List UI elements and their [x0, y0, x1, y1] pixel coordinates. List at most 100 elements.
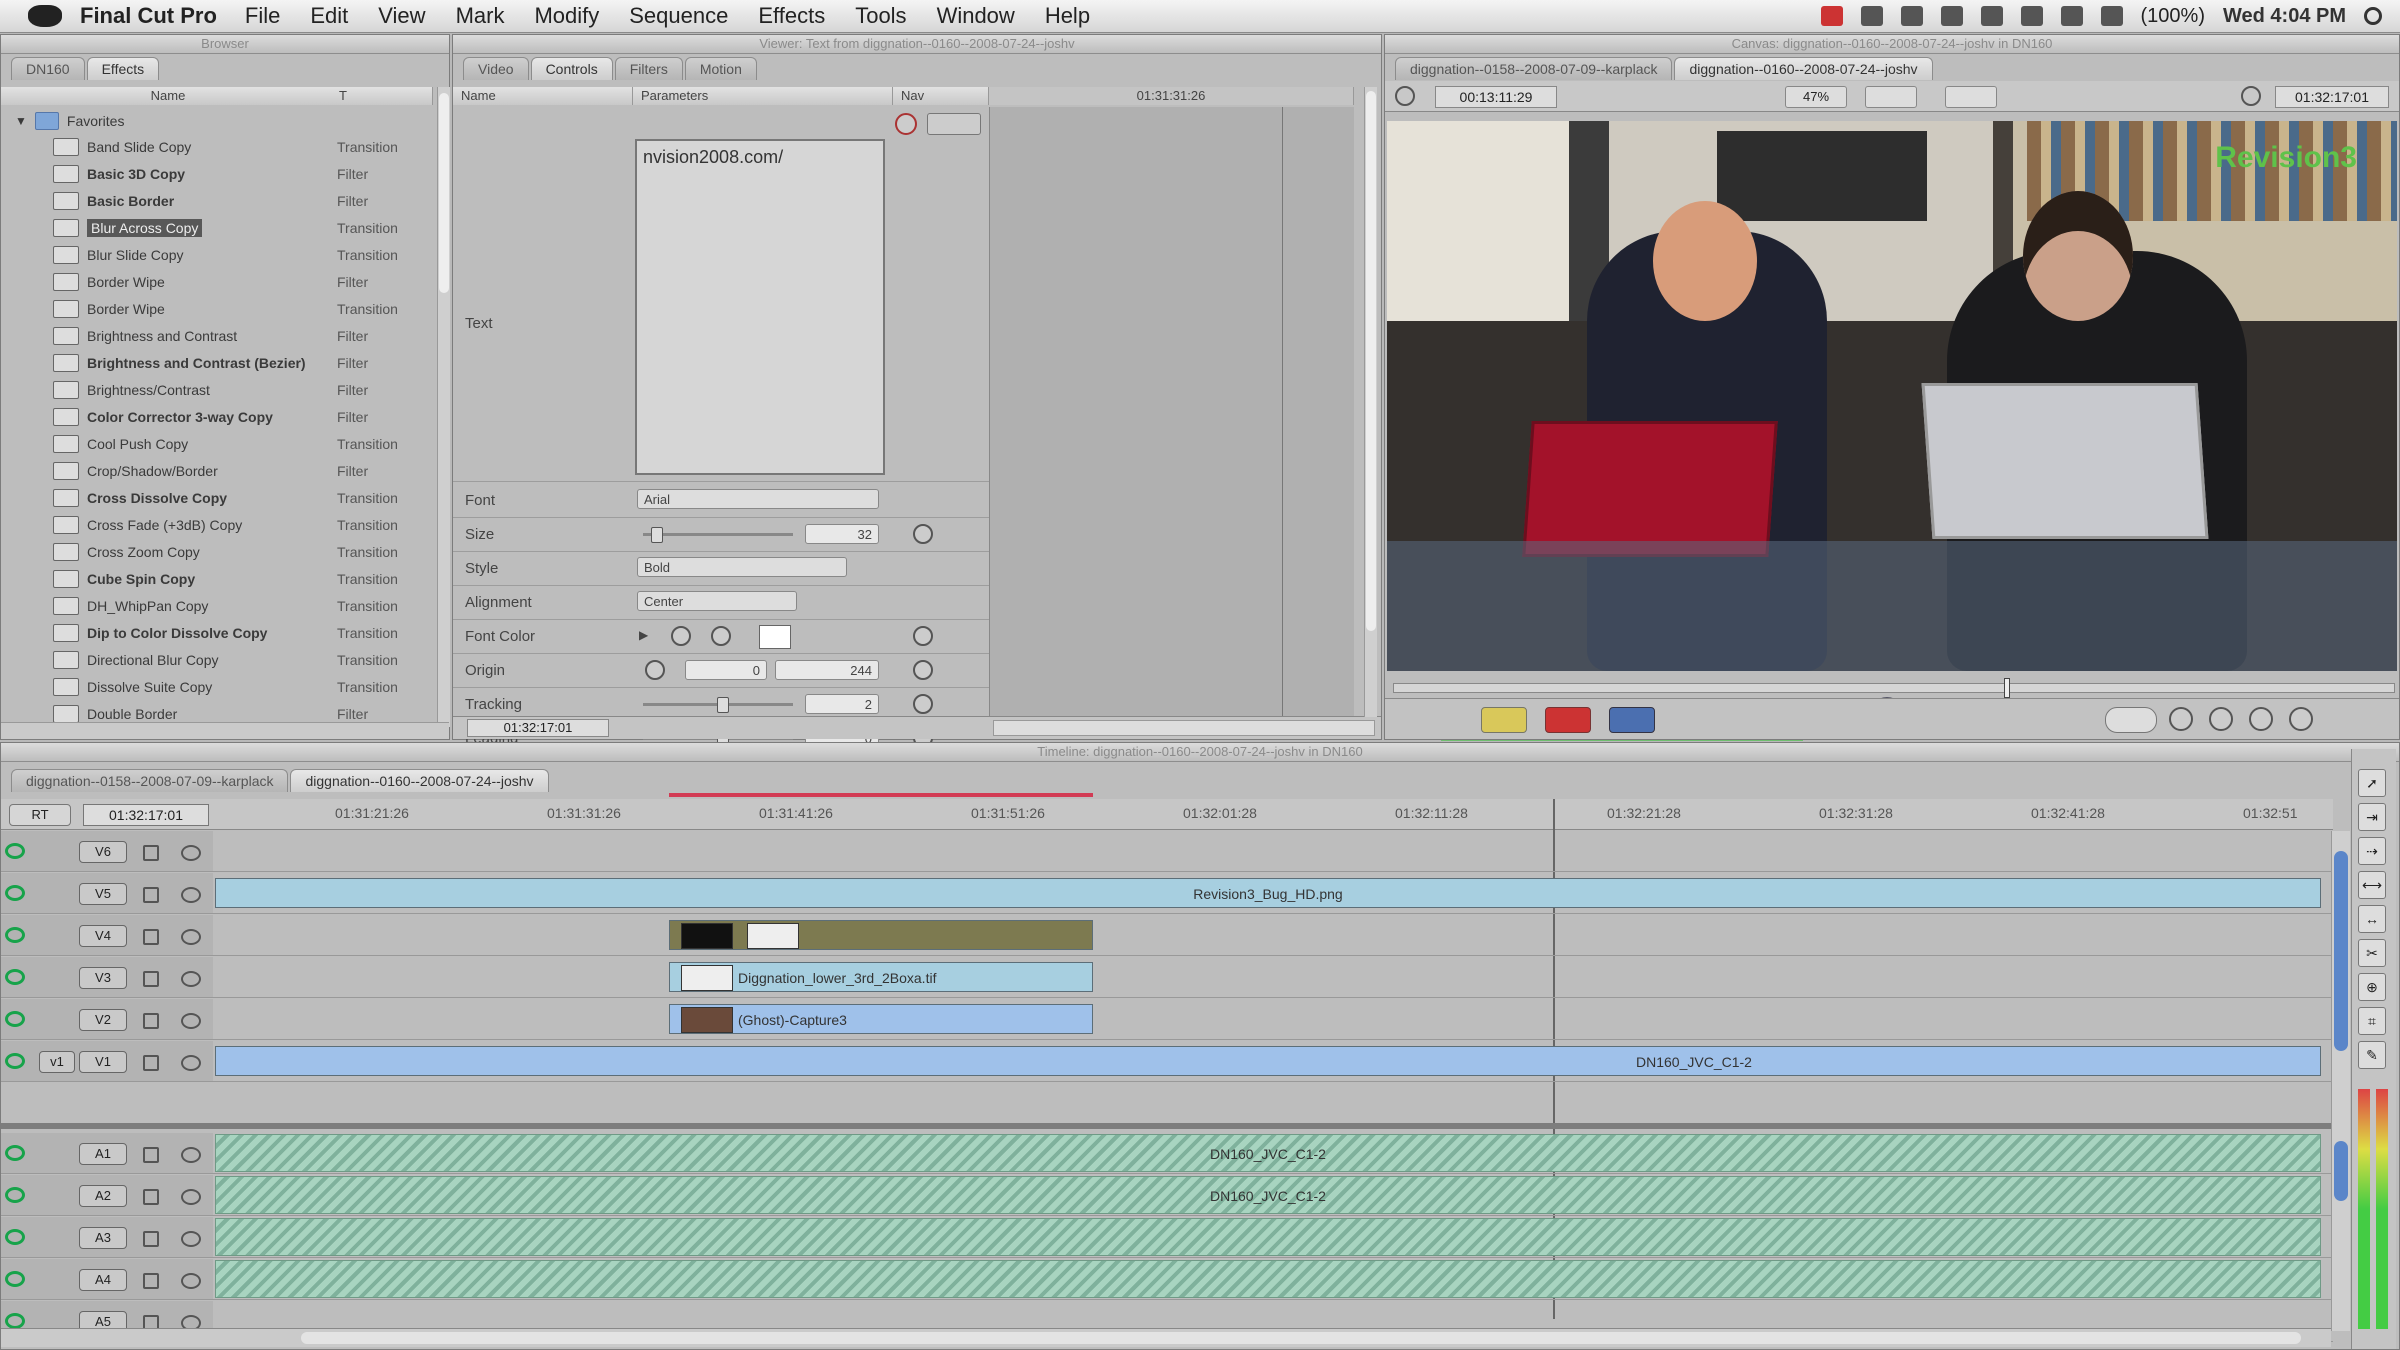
point-select-icon[interactable]	[645, 660, 665, 680]
video-track[interactable]: V6	[1, 831, 2333, 872]
effect-item[interactable]: Cross Dissolve Copy Transition	[1, 484, 433, 511]
menu-effects[interactable]: Effects	[758, 3, 825, 29]
track-label[interactable]: V5	[79, 883, 127, 905]
tab-sequence-0160[interactable]: diggnation--0160--2008-07-24--joshv	[1674, 57, 1933, 80]
viewer-scrollbar[interactable]	[1364, 87, 1377, 717]
param-value-field[interactable]: 2	[805, 694, 879, 714]
menu-modify[interactable]: Modify	[534, 3, 599, 29]
effect-item[interactable]: Cool Push Copy Transition	[1, 430, 433, 457]
tab-filters[interactable]: Filters	[614, 57, 683, 80]
battery-icon[interactable]	[2100, 6, 2123, 26]
replace-edit-button[interactable]	[1609, 707, 1655, 733]
overwrite-edit-button[interactable]	[1545, 707, 1591, 733]
effect-item[interactable]: Crop/Shadow/Border Filter	[1, 457, 433, 484]
keyframe-button-icon[interactable]	[913, 626, 933, 646]
folder-favorites[interactable]: ▼ Favorites	[1, 107, 433, 134]
tab-effects[interactable]: Effects	[86, 57, 160, 80]
add-keyframe-button[interactable]	[2209, 707, 2233, 731]
selection-tool-icon[interactable]: ➚	[2358, 769, 2386, 797]
clip-bug[interactable]: Revision3_Bug_HD.png	[215, 878, 2321, 908]
scroll-thumb[interactable]	[2334, 851, 2348, 1051]
effect-item[interactable]: Color Corrector 3-way Copy Filter	[1, 403, 433, 430]
effect-item[interactable]: Cross Zoom Copy Transition	[1, 538, 433, 565]
auto-select-icon[interactable]	[181, 845, 201, 861]
track-label[interactable]: A2	[79, 1185, 127, 1207]
audio-clip[interactable]: DN160_JVC_C1-2	[215, 1134, 2321, 1172]
track-audible-icon[interactable]	[5, 1313, 25, 1329]
auto-select-icon[interactable]	[181, 929, 201, 945]
audio-clip[interactable]: DN160_JVC_C1-2	[215, 1176, 2321, 1214]
track-label[interactable]: A4	[79, 1269, 127, 1291]
effect-item[interactable]: Cross Fade (+3dB) Copy Transition	[1, 511, 433, 538]
playhead[interactable]	[2004, 678, 2010, 698]
menu-view[interactable]: View	[378, 3, 425, 29]
disclosure-triangle-icon[interactable]: ▶	[639, 628, 648, 642]
lock-icon[interactable]	[143, 1055, 159, 1071]
effect-item[interactable]: Basic Border Filter	[1, 187, 433, 214]
timeline-timecode[interactable]: 01:32:17:01	[83, 804, 209, 826]
view-popup[interactable]	[1865, 86, 1917, 108]
track-visibility-icon[interactable]	[5, 969, 25, 985]
effect-item[interactable]: Brightness and Contrast Filter	[1, 322, 433, 349]
razor-tool-icon[interactable]: ✂	[2358, 939, 2386, 967]
track-audible-icon[interactable]	[5, 1229, 25, 1245]
video-frame[interactable]: Revision3	[1387, 121, 2397, 671]
time-machine-icon[interactable]	[1980, 6, 2003, 26]
scroll-thumb[interactable]	[2334, 1141, 2348, 1201]
keyframe-button-icon[interactable]	[913, 660, 933, 680]
param-popup[interactable]: Center	[637, 591, 797, 611]
duration-field[interactable]: 00:13:11:29	[1435, 86, 1557, 108]
text-entry-field[interactable]: nvision2008.com/	[635, 139, 885, 475]
overlay-popup[interactable]	[1945, 86, 1997, 108]
track-label[interactable]: V1	[79, 1051, 127, 1073]
menu-mark[interactable]: Mark	[456, 3, 505, 29]
video-track[interactable]: V4	[1, 915, 2333, 956]
audio-clip[interactable]	[215, 1260, 2321, 1298]
eyedropper-icon[interactable]	[671, 626, 691, 646]
menubar-clock[interactable]: Wed 4:04 PM	[2223, 5, 2346, 28]
mark-in-out-button[interactable]	[2105, 707, 2157, 733]
video-track[interactable]: V2	[1, 999, 2333, 1040]
keyframe-ruler[interactable]: 01:31:31:26	[989, 87, 1354, 105]
pen-tool-icon[interactable]: ✎	[2358, 1041, 2386, 1069]
zoom-tool-icon[interactable]: ⊕	[2358, 973, 2386, 1001]
auto-select-icon[interactable]	[181, 1147, 201, 1163]
track-visibility-icon[interactable]	[5, 843, 25, 859]
menu-tools[interactable]: Tools	[855, 3, 906, 29]
tab-motion[interactable]: Motion	[684, 57, 757, 80]
source-patch[interactable]: v1	[39, 1051, 75, 1073]
nav-menu-button[interactable]	[927, 113, 981, 135]
reset-button[interactable]	[895, 113, 917, 135]
insert-edit-button[interactable]	[1481, 707, 1527, 733]
viewer-timecode[interactable]: 01:32:17:01	[467, 719, 609, 737]
video-audio-divider[interactable]	[1, 1123, 2333, 1129]
param-popup[interactable]: Bold	[637, 557, 847, 577]
origin-y-field[interactable]: 244	[775, 660, 879, 680]
audio-clip[interactable]	[215, 1218, 2321, 1256]
lock-icon[interactable]	[143, 1231, 159, 1247]
lock-icon[interactable]	[143, 1013, 159, 1029]
browser-hscrollbar[interactable]	[1, 722, 449, 739]
effect-item[interactable]: Directional Blur Copy Transition	[1, 646, 433, 673]
keyframe-button-icon[interactable]	[913, 524, 933, 544]
edit-selection-tool-icon[interactable]: ⇥	[2358, 803, 2386, 831]
slider-knob[interactable]	[651, 527, 663, 543]
effect-item[interactable]: Dip to Color Dissolve Copy Transition	[1, 619, 433, 646]
track-label[interactable]: V2	[79, 1009, 127, 1031]
lock-icon[interactable]	[143, 1147, 159, 1163]
rt-popup[interactable]: RT	[9, 804, 71, 826]
menu-file[interactable]: File	[245, 3, 280, 29]
crop-tool-icon[interactable]: ⌗	[2358, 1007, 2386, 1035]
track-visibility-icon[interactable]	[5, 1011, 25, 1027]
track-label[interactable]: V3	[79, 967, 127, 989]
menu-window[interactable]: Window	[937, 3, 1015, 29]
current-timecode[interactable]: 01:32:17:01	[2275, 86, 2389, 108]
lock-icon[interactable]	[143, 929, 159, 945]
app-menu[interactable]: Final Cut Pro	[80, 3, 217, 29]
mark-in-button[interactable]	[2249, 707, 2273, 731]
param-slider[interactable]	[643, 533, 793, 536]
record-status-icon[interactable]	[1820, 6, 1843, 26]
track-visibility-icon[interactable]	[5, 927, 25, 943]
effect-item[interactable]: Border Wipe Filter	[1, 268, 433, 295]
wifi-icon[interactable]	[2020, 6, 2043, 26]
